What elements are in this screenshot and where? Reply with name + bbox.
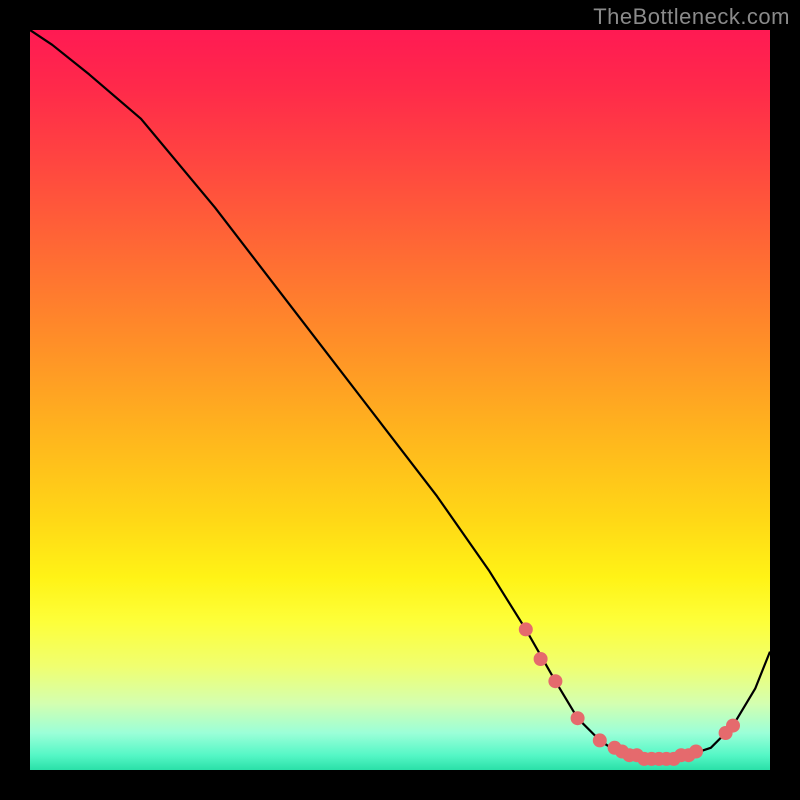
data-marker: [571, 711, 585, 725]
plot-area: [30, 30, 770, 770]
curve-layer: [30, 30, 770, 770]
data-marker: [726, 719, 740, 733]
data-marker: [519, 622, 533, 636]
marker-group: [519, 622, 740, 766]
watermark-text: TheBottleneck.com: [593, 4, 790, 30]
data-marker: [593, 733, 607, 747]
data-marker: [548, 674, 562, 688]
data-marker: [689, 745, 703, 759]
chart-frame: TheBottleneck.com: [0, 0, 800, 800]
data-marker: [534, 652, 548, 666]
bottleneck-curve: [30, 30, 770, 763]
